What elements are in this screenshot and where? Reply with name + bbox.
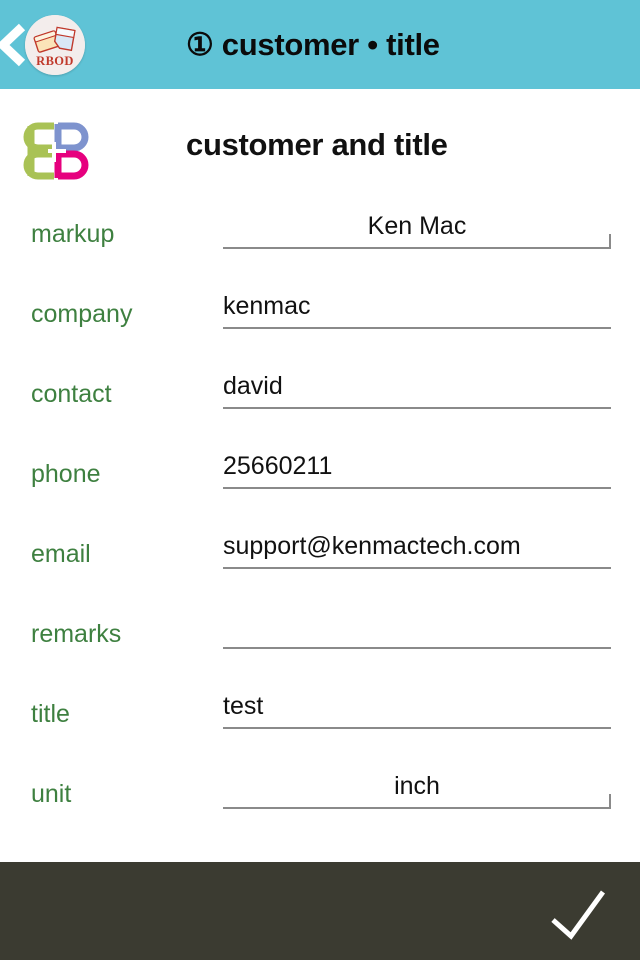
brand-badge[interactable]: RBOD — [25, 15, 85, 75]
underline-markup — [223, 234, 611, 249]
form-row-title: title test — [0, 661, 640, 741]
checkmark-icon — [545, 884, 611, 942]
svg-text:RBOD: RBOD — [36, 54, 74, 68]
field-markup[interactable]: Ken Mac — [223, 193, 611, 249]
field-phone[interactable]: 25660211 — [223, 433, 611, 489]
field-contact[interactable]: david — [223, 353, 611, 409]
label-phone: phone — [31, 460, 101, 488]
field-email[interactable]: support@kenmactech.com — [223, 513, 611, 569]
underline-title — [223, 727, 611, 729]
rbod-books-logo-icon: RBOD — [25, 15, 85, 75]
value-company[interactable]: kenmac — [223, 292, 611, 321]
value-phone[interactable]: 25660211 — [223, 452, 611, 481]
form-row-email: email support@kenmactech.com — [0, 501, 640, 581]
label-remarks: remarks — [31, 620, 122, 648]
back-button[interactable] — [0, 20, 28, 70]
label-contact: contact — [31, 380, 112, 408]
form-row-unit: unit inch — [0, 741, 640, 821]
underline-unit — [223, 794, 611, 809]
value-title[interactable]: test — [223, 692, 611, 721]
bb-logo — [20, 120, 92, 182]
form-row-markup: markup Ken Mac — [0, 181, 640, 261]
content-area: customer and title markup Ken Mac compan… — [0, 89, 640, 862]
bb-mirrored-logo-icon — [20, 120, 92, 182]
form-row-company: company kenmac — [0, 261, 640, 341]
form-row-remarks: remarks — [0, 581, 640, 661]
label-markup: markup — [31, 220, 115, 248]
app-screen: RBOD ① customer • title customer and tit… — [0, 0, 640, 960]
page-header: customer and title — [0, 89, 640, 181]
field-unit[interactable]: inch — [223, 753, 611, 809]
app-header: RBOD ① customer • title — [0, 0, 640, 89]
underline-company — [223, 327, 611, 329]
underline-contact — [223, 407, 611, 409]
field-title[interactable]: test — [223, 673, 611, 729]
header-title: ① customer • title — [186, 26, 440, 62]
page-title: customer and title — [186, 127, 448, 162]
underline-email — [223, 567, 611, 569]
label-title: title — [31, 700, 70, 728]
bottom-toolbar — [0, 862, 640, 960]
value-contact[interactable]: david — [223, 372, 611, 401]
value-email[interactable]: support@kenmactech.com — [223, 532, 611, 561]
label-unit: unit — [31, 780, 72, 808]
form-row-phone: phone 25660211 — [0, 421, 640, 501]
underline-remarks — [223, 647, 611, 649]
value-markup[interactable]: Ken Mac — [223, 212, 611, 241]
label-email: email — [31, 540, 91, 568]
field-company[interactable]: kenmac — [223, 273, 611, 329]
field-remarks[interactable] — [223, 593, 611, 649]
chevron-left-icon — [0, 22, 26, 68]
form-row-contact: contact david — [0, 341, 640, 421]
label-company: company — [31, 300, 133, 328]
underline-phone — [223, 487, 611, 489]
value-unit[interactable]: inch — [223, 772, 611, 801]
customer-form: markup Ken Mac company kenmac contact da… — [0, 181, 640, 821]
confirm-button[interactable] — [542, 882, 614, 944]
